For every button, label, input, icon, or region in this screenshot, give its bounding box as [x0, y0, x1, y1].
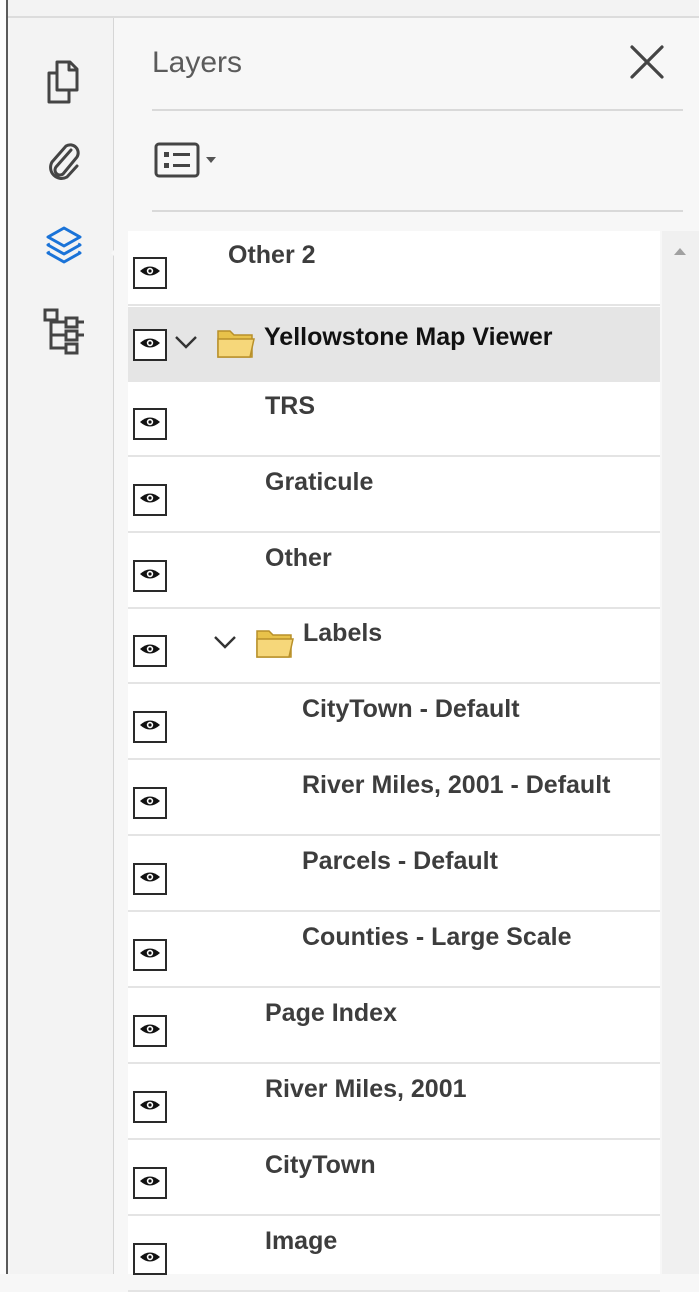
- visibility-toggle[interactable]: [133, 329, 167, 361]
- eye-icon: [139, 642, 161, 661]
- attachments-button[interactable]: [36, 134, 92, 190]
- visibility-toggle[interactable]: [133, 484, 167, 516]
- layer-row[interactable]: River Miles, 2001: [128, 1065, 660, 1140]
- layer-label: Image: [265, 1227, 338, 1255]
- row-separator: [128, 1062, 660, 1064]
- scrollbar[interactable]: [662, 231, 699, 1274]
- layer-row[interactable]: Graticule: [128, 458, 660, 533]
- row-separator: [128, 682, 660, 684]
- row-separator: [128, 304, 660, 306]
- row-separator: [128, 455, 660, 457]
- page-thumbnails-button[interactable]: [36, 56, 92, 112]
- eye-icon: [139, 718, 161, 737]
- row-separator: [128, 834, 660, 836]
- eye-icon: [139, 1250, 161, 1269]
- close-icon: [628, 43, 666, 86]
- visibility-toggle[interactable]: [133, 787, 167, 819]
- layer-label: Counties - Large Scale: [302, 923, 572, 951]
- divider: [152, 109, 683, 111]
- eye-icon: [139, 491, 161, 510]
- row-separator: [128, 1214, 660, 1216]
- layer-label: Other: [265, 544, 332, 572]
- row-separator: [128, 758, 660, 760]
- layer-row[interactable]: Page Index: [128, 989, 660, 1064]
- layers-button[interactable]: [36, 220, 92, 276]
- visibility-toggle[interactable]: [133, 1167, 167, 1199]
- layer-row[interactable]: CityTown - Default: [128, 685, 660, 760]
- row-separator: [128, 1138, 660, 1140]
- panel-title: Layers: [152, 46, 243, 79]
- eye-icon: [139, 1174, 161, 1193]
- close-button[interactable]: [627, 44, 667, 84]
- folder-icon: [216, 325, 256, 361]
- visibility-toggle[interactable]: [133, 1091, 167, 1123]
- scroll-up-button[interactable]: [670, 241, 690, 261]
- visibility-toggle[interactable]: [133, 863, 167, 895]
- navigation-rail: [10, 18, 125, 1274]
- layer-label: TRS: [265, 392, 315, 420]
- eye-icon: [139, 946, 161, 965]
- scroll-up-arrow-icon: [674, 248, 686, 255]
- layer-label: River Miles, 2001 - Default: [302, 771, 611, 799]
- visibility-toggle[interactable]: [133, 939, 167, 971]
- layers-panel: Layers Other 2 Yellowstone Map Viewer TRS G…: [115, 18, 699, 1292]
- list-options-icon: [153, 141, 223, 184]
- pages-icon: [44, 59, 84, 110]
- visibility-toggle[interactable]: [133, 1243, 167, 1275]
- layer-label: Parcels - Default: [302, 847, 498, 875]
- eye-icon: [139, 336, 161, 355]
- layer-row[interactable]: Other: [128, 534, 660, 609]
- divider: [152, 210, 683, 212]
- layer-label: CityTown - Default: [302, 695, 520, 723]
- expand-toggle[interactable]: [210, 629, 240, 659]
- layer-label: Labels: [303, 619, 383, 647]
- layer-row[interactable]: Counties - Large Scale: [128, 913, 660, 988]
- eye-icon: [139, 870, 161, 889]
- layer-row[interactable]: River Miles, 2001 - Default: [128, 761, 660, 836]
- row-separator: [128, 531, 660, 533]
- options-button[interactable]: [153, 142, 225, 182]
- eye-icon: [139, 1022, 161, 1041]
- layer-row[interactable]: CityTown: [128, 1141, 660, 1216]
- eye-icon: [139, 567, 161, 586]
- layer-row[interactable]: Other 2: [128, 231, 660, 306]
- layers-icon: [44, 225, 84, 272]
- window-edge: [0, 0, 8, 1274]
- visibility-toggle[interactable]: [133, 408, 167, 440]
- tree-structure-icon: [42, 307, 86, 360]
- visibility-toggle[interactable]: [133, 1015, 167, 1047]
- row-separator: [128, 986, 660, 988]
- folder-icon: [255, 625, 295, 661]
- visibility-toggle[interactable]: [133, 560, 167, 592]
- eye-icon: [139, 794, 161, 813]
- eye-icon: [139, 1098, 161, 1117]
- layers-tree: Other 2 Yellowstone Map Viewer TRS Graticul…: [128, 231, 660, 1292]
- layer-row[interactable]: Parcels - Default: [128, 837, 660, 912]
- layer-group-row[interactable]: Labels: [128, 609, 660, 684]
- chevron-down-icon: [213, 635, 237, 654]
- layer-label: Page Index: [265, 999, 397, 1027]
- layer-label: CityTown: [265, 1151, 376, 1179]
- layer-group-row[interactable]: Yellowstone Map Viewer: [128, 307, 660, 382]
- layer-label: Graticule: [265, 468, 374, 496]
- paperclip-icon: [44, 137, 84, 188]
- top-border: [0, 0, 699, 18]
- structure-button[interactable]: [36, 305, 92, 361]
- eye-icon: [139, 415, 161, 434]
- layer-row[interactable]: Image: [128, 1217, 660, 1292]
- layer-label: Yellowstone Map Viewer: [264, 323, 553, 351]
- layer-row[interactable]: TRS: [128, 382, 660, 457]
- visibility-toggle[interactable]: [133, 257, 167, 289]
- visibility-toggle[interactable]: [133, 711, 167, 743]
- layer-label: Other 2: [228, 241, 316, 269]
- layer-label: River Miles, 2001: [265, 1075, 467, 1103]
- row-separator: [128, 910, 660, 912]
- chevron-down-icon: [174, 335, 198, 354]
- visibility-toggle[interactable]: [133, 635, 167, 667]
- eye-icon: [139, 264, 161, 283]
- expand-toggle[interactable]: [171, 329, 201, 359]
